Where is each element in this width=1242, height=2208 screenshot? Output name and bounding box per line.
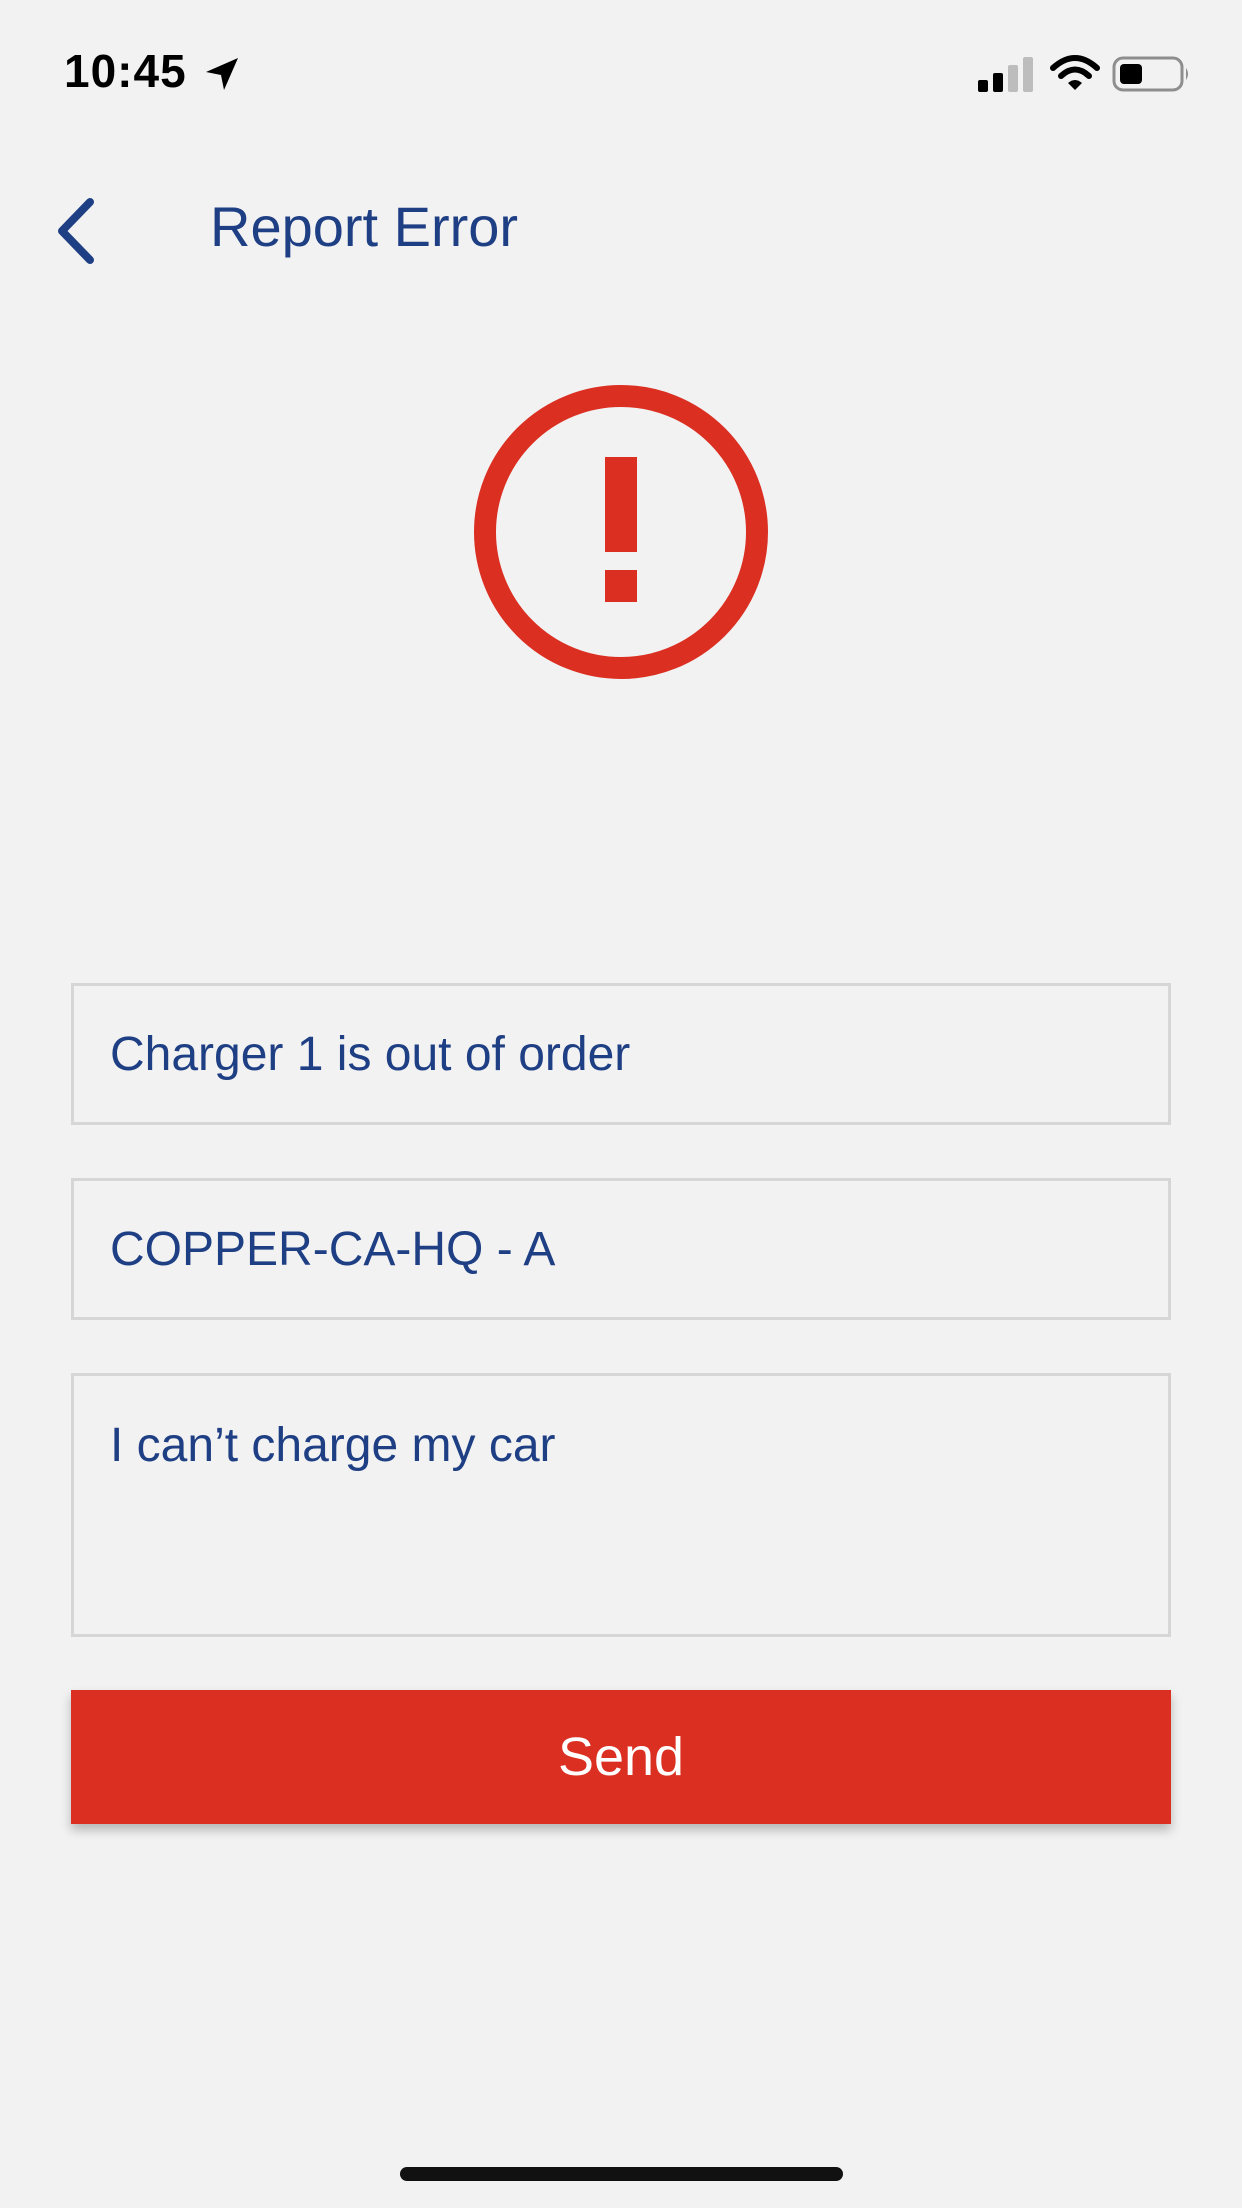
chevron-left-icon bbox=[58, 198, 94, 264]
exclamation-circle-icon bbox=[474, 385, 768, 679]
error-description-textarea[interactable]: I can’t charge my car bbox=[71, 1373, 1171, 1637]
location-arrow-icon bbox=[206, 58, 238, 90]
home-indicator bbox=[400, 2167, 843, 2181]
error-title-input[interactable] bbox=[71, 983, 1171, 1125]
back-button[interactable] bbox=[40, 186, 120, 276]
status-time: 10:45 bbox=[64, 45, 187, 97]
battery-icon bbox=[1112, 56, 1188, 92]
status-bar: 10:45 bbox=[0, 0, 1242, 140]
charging-station-input[interactable] bbox=[71, 1178, 1171, 1320]
report-error-screen: 10:45 Report Error I bbox=[0, 0, 1242, 2208]
cellular-signal-icon bbox=[978, 57, 1033, 92]
send-button[interactable]: Send bbox=[71, 1690, 1171, 1824]
wifi-icon bbox=[1050, 55, 1100, 90]
page-title: Report Error bbox=[210, 195, 519, 258]
